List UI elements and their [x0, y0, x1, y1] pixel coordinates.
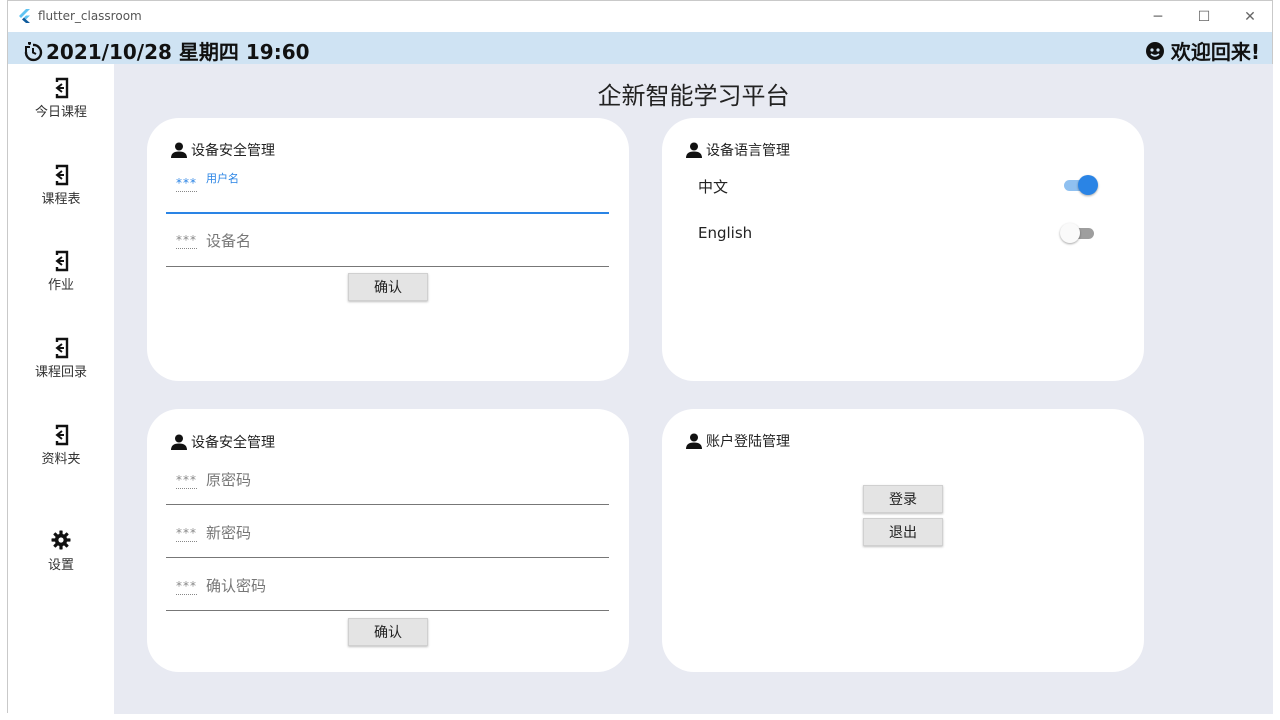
field-prefix-icon: *** — [176, 579, 197, 595]
exit-icon — [55, 77, 69, 99]
device-name-label: 设备名 — [206, 232, 252, 250]
card-title-text: 账户登陆管理 — [706, 434, 790, 450]
card-title-text: 设备语言管理 — [706, 143, 790, 159]
card-title: 设备语言管理 — [686, 140, 790, 160]
sidebar-item-label: 设置 — [47, 558, 74, 573]
sidebar: 今日课程 课程表 作业 课程回录 资料夹 设置 — [8, 64, 114, 714]
account-login-card: 账户登陆管理 登录 退出 — [662, 409, 1144, 672]
english-toggle[interactable] — [1060, 222, 1096, 244]
card-title-text: 设备安全管理 — [191, 435, 275, 451]
toggle-thumb — [1078, 175, 1098, 195]
sidebar-item-schedule[interactable]: 课程表 — [8, 164, 114, 224]
exit-icon — [55, 164, 69, 186]
language-english-label: English — [698, 224, 753, 242]
card-title-text: 设备安全管理 — [191, 143, 275, 159]
device-name-field[interactable]: *** 设备名 — [166, 217, 609, 267]
confirm-password-field[interactable]: *** 确认密码 — [166, 561, 609, 611]
main-content: 企新智能学习平台 设备安全管理 *** 用户名 *** 设备名 确认 设备语言管… — [114, 64, 1273, 714]
login-button[interactable]: 登录 — [863, 485, 943, 513]
sidebar-item-label: 课程回录 — [34, 365, 87, 380]
field-prefix-icon: *** — [176, 233, 197, 249]
device-language-card: 设备语言管理 中文 English — [662, 118, 1144, 381]
welcome-text: 欢迎回来! — [1170, 40, 1260, 64]
datetime-display: 2021/10/28 星期四 19:60 — [22, 36, 310, 65]
sidebar-item-label: 资料夹 — [41, 452, 81, 467]
exit-icon — [55, 424, 69, 446]
close-button[interactable]: ✕ — [1227, 1, 1273, 32]
person-icon — [171, 142, 187, 158]
old-password-label: 原密码 — [206, 471, 252, 489]
maximize-button[interactable]: ☐ — [1181, 1, 1227, 32]
field-prefix-icon: *** — [176, 473, 197, 489]
sidebar-item-today-courses[interactable]: 今日课程 — [8, 77, 114, 137]
sidebar-item-recordings[interactable]: 课程回录 — [8, 337, 114, 397]
minimize-icon: ─ — [1153, 8, 1163, 25]
exit-icon — [55, 337, 69, 359]
chinese-toggle[interactable] — [1062, 174, 1098, 196]
sidebar-item-settings[interactable]: 设置 — [8, 530, 114, 590]
username-label: 用户名 — [206, 172, 239, 185]
person-icon — [686, 142, 702, 158]
gear-icon — [51, 530, 71, 550]
welcome-area: 欢迎回来! — [1145, 36, 1260, 65]
app-window: flutter_classroom ─ ☐ ✕ 2021/10/28 星期四 1… — [7, 0, 1273, 714]
logout-button[interactable]: 退出 — [863, 518, 943, 546]
field-prefix-icon: *** — [176, 526, 197, 542]
language-chinese-label: 中文 — [698, 178, 729, 196]
new-password-field[interactable]: *** 新密码 — [166, 508, 609, 558]
person-icon — [171, 434, 187, 450]
confirm-password-button[interactable]: 确认 — [348, 618, 428, 646]
username-field[interactable]: *** 用户名 — [166, 164, 609, 214]
user-face-icon — [1145, 41, 1164, 60]
person-icon — [686, 433, 702, 449]
device-security-card: 设备安全管理 *** 用户名 *** 设备名 确认 — [147, 118, 629, 381]
card-title: 账户登陆管理 — [686, 431, 790, 451]
card-title: 设备安全管理 — [171, 140, 275, 160]
title-bar: flutter_classroom ─ ☐ ✕ — [8, 1, 1272, 32]
page-title: 企新智能学习平台 — [597, 82, 790, 110]
maximize-icon: ☐ — [1197, 8, 1211, 25]
sidebar-item-label: 今日课程 — [34, 105, 87, 120]
exit-icon — [55, 250, 69, 272]
header-bar: 2021/10/28 星期四 19:60 欢迎回来! — [8, 32, 1272, 64]
sidebar-item-homework[interactable]: 作业 — [8, 250, 114, 310]
clock-icon — [24, 41, 43, 61]
flutter-logo-icon — [19, 9, 30, 23]
sidebar-item-label: 课程表 — [41, 192, 81, 207]
field-prefix-icon: *** — [176, 176, 197, 192]
password-card: 设备安全管理 *** 原密码 *** 新密码 *** 确认密码 确认 — [147, 409, 629, 672]
card-title: 设备安全管理 — [171, 432, 275, 452]
datetime-text: 2021/10/28 星期四 19:60 — [46, 40, 310, 64]
new-password-label: 新密码 — [206, 524, 252, 542]
window-title: flutter_classroom — [38, 9, 142, 23]
sidebar-item-folder[interactable]: 资料夹 — [8, 424, 114, 484]
confirm-device-button[interactable]: 确认 — [348, 273, 428, 301]
close-icon: ✕ — [1244, 8, 1256, 25]
minimize-button[interactable]: ─ — [1135, 1, 1181, 32]
sidebar-item-label: 作业 — [47, 278, 74, 293]
old-password-field[interactable]: *** 原密码 — [166, 455, 609, 505]
confirm-password-label: 确认密码 — [206, 577, 267, 595]
toggle-thumb — [1060, 223, 1080, 243]
